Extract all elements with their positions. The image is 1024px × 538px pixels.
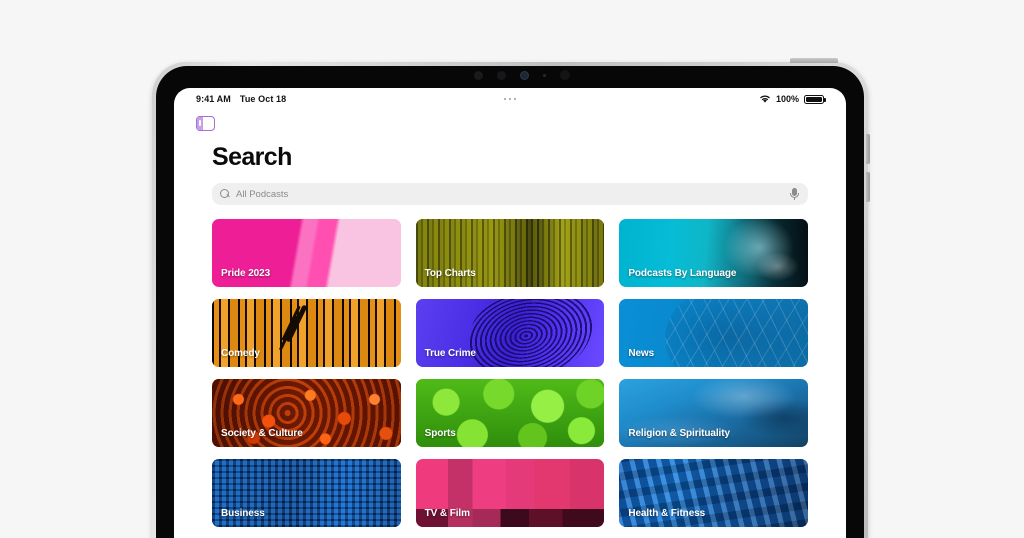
screenshot-stage: 9:41 AM Tue Oct 18 100% Search All Podca… — [0, 0, 1024, 538]
status-date: Tue Oct 18 — [239, 94, 287, 104]
category-tile[interactable]: Business — [212, 459, 401, 527]
category-label: News — [628, 348, 655, 359]
category-tile[interactable]: True Crime — [415, 299, 605, 367]
search-page-content: Search All Podcasts Pride 2023 Top Charts… — [174, 143, 846, 538]
category-tile[interactable]: Comedy — [212, 299, 401, 367]
battery-icon — [804, 94, 826, 104]
status-bar-left: 9:41 AM Tue Oct 18 — [196, 94, 286, 104]
sensor-dot-1 — [474, 70, 483, 80]
status-time: 9:41 AM — [196, 94, 231, 104]
multitasking-dots-glyph — [503, 97, 517, 101]
category-label: Business — [221, 508, 265, 519]
status-bar: 9:41 AM Tue Oct 18 100% — [174, 88, 846, 110]
page-title: Search — [212, 143, 292, 171]
microphone-icon[interactable] — [789, 188, 800, 201]
category-tile[interactable]: Health & Fitness — [619, 459, 808, 527]
category-tile[interactable]: Top Charts — [415, 219, 605, 287]
category-tile[interactable]: TV & Film — [415, 459, 605, 527]
category-label: Comedy — [221, 348, 260, 359]
power-button[interactable] — [790, 58, 838, 63]
category-tile[interactable]: Pride 2023 — [212, 219, 401, 287]
wifi-icon — [760, 95, 770, 103]
category-tile[interactable]: Sports — [415, 379, 605, 447]
category-label: Sports — [424, 428, 456, 439]
category-label: Religion & Spirituality — [628, 428, 730, 439]
category-label: True Crime — [424, 348, 476, 359]
search-field[interactable]: All Podcasts — [212, 183, 808, 205]
search-input-placeholder[interactable]: All Podcasts — [236, 189, 288, 200]
front-camera-sensor-array — [432, 68, 612, 82]
category-label: Society & Culture — [221, 428, 303, 439]
category-label: Health & Fitness — [628, 508, 706, 519]
ipad-screen: 9:41 AM Tue Oct 18 100% Search All Podca… — [174, 88, 846, 538]
category-grid: Pride 2023 Top Charts Podcasts By Language… — [212, 219, 808, 538]
sensor-dot-2 — [497, 70, 506, 80]
volume-down-button[interactable] — [866, 172, 870, 202]
category-label: Podcasts By Language — [628, 268, 737, 279]
category-tile[interactable]: Religion & Spirituality — [619, 379, 808, 447]
category-label: Pride 2023 — [221, 268, 271, 279]
category-tile[interactable]: News — [619, 299, 808, 367]
sensor-dot-3 — [543, 73, 546, 77]
volume-up-button[interactable] — [866, 134, 870, 164]
search-icon — [220, 189, 230, 199]
battery-percent-label: 100% — [775, 94, 799, 104]
category-label: Top Charts — [424, 268, 476, 279]
sensor-dot-4 — [560, 70, 570, 80]
category-tile[interactable]: Podcasts By Language — [619, 219, 808, 287]
front-camera-lens-icon — [520, 70, 529, 80]
category-tile[interactable]: Society & Culture — [212, 379, 401, 447]
sidebar-toggle-icon[interactable] — [196, 116, 215, 131]
app-toolbar — [174, 110, 846, 131]
status-bar-right: 100% — [759, 94, 826, 104]
category-label: TV & Film — [424, 508, 470, 519]
